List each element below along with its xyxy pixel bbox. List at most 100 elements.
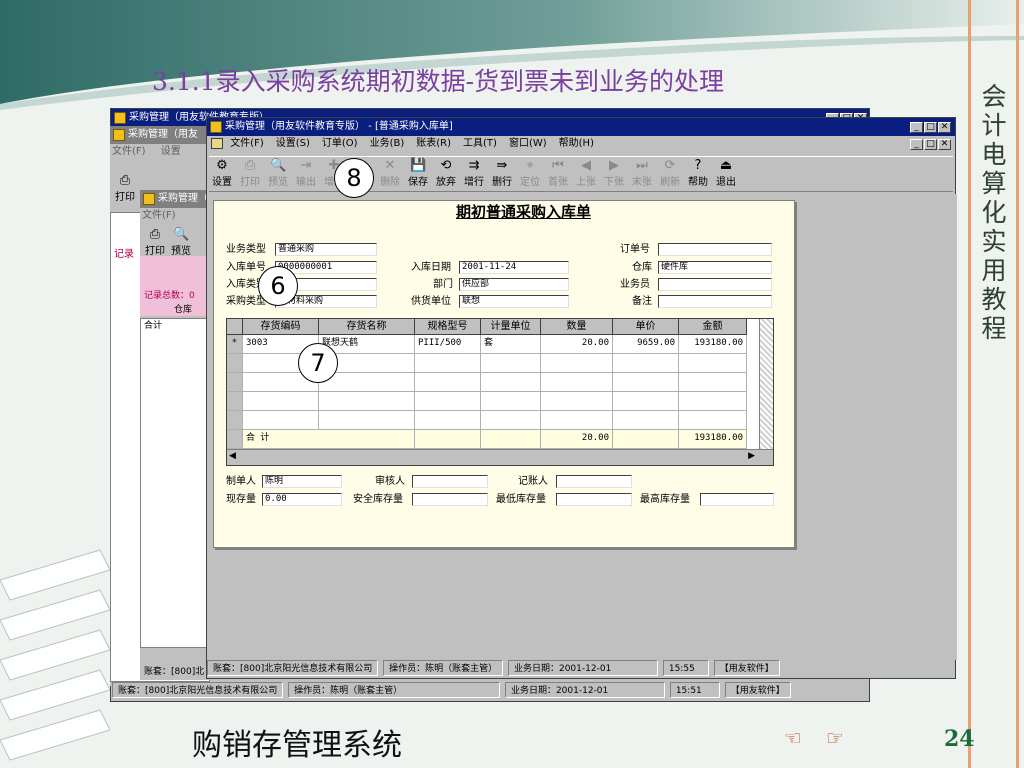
third-window-menu-file[interactable]: 文件(F) [142,210,176,221]
memo-field[interactable] [658,295,772,308]
maker-field[interactable]: 陈明 [262,475,342,488]
max-stock-field[interactable] [700,493,774,506]
grid-cell-unit[interactable] [481,373,541,392]
toolbar-button-9[interactable]: ⇉ 增行 [461,157,487,191]
second-window-menu-set[interactable]: 设置 [161,146,181,157]
grid-cell-code[interactable] [243,411,319,430]
grid-row-marker[interactable] [227,411,243,430]
grid-cell-amount[interactable] [679,392,747,411]
child-close-icon[interactable]: ✕ [938,139,951,150]
grid-cell-spec[interactable] [415,373,481,392]
grid-cell-amount[interactable] [679,354,747,373]
toolbar-button-16[interactable]: ⟳ 刷新 [657,157,683,191]
grid-cell-name[interactable] [319,392,415,411]
auditor-field[interactable] [412,475,488,488]
maximize-icon[interactable]: □ [924,122,937,133]
grid-cell-qty[interactable] [541,392,613,411]
grid-cell-name[interactable] [319,373,415,392]
grid-cell-unit[interactable] [481,392,541,411]
main-window-buttons[interactable]: _ □ ✕ [909,121,953,133]
toolbar-button-3[interactable]: ⇥ 输出 [293,157,319,191]
biz-type-field[interactable]: 普通采购 [275,243,377,256]
second-window-titlebar[interactable]: 采购管理（用友 [110,126,210,144]
toolbar-button-0[interactable]: ⚙ 设置 [209,157,235,191]
grid-cell-spec[interactable]: PIII/500 [415,335,481,354]
grid-cell-price[interactable]: 9659.00 [613,335,679,354]
child-minimize-icon[interactable]: _ [910,139,923,150]
scroll-left-icon[interactable]: ◀ [229,451,236,461]
grid-cell-price[interactable] [613,354,679,373]
toolbar-button-15[interactable]: ⏭ 末张 [629,157,655,191]
item-grid[interactable]: 存货编码 存货名称 规格型号 计量单位 数量 单价 金额 * 3003 联想天鹤 PIII/500 套… [226,318,774,466]
print-button-bg[interactable]: ⎙ 打印 [112,172,138,206]
grid-row-marker[interactable] [227,392,243,411]
menu-item-7[interactable]: 帮助(H) [559,138,594,149]
toolbar-button-7[interactable]: 💾 保存 [405,157,431,191]
menu-item-6[interactable]: 窗口(W) [509,138,547,149]
grid-cell-unit[interactable]: 套 [481,335,541,354]
grid-cell-spec[interactable] [415,411,481,430]
safe-stock-field[interactable] [412,493,488,506]
toolbar-button-2[interactable]: 🔍 预览 [265,157,291,191]
total-marker[interactable] [227,430,243,449]
grid-cell-spec[interactable] [415,354,481,373]
next-arrow-icon[interactable]: ☞ [826,726,844,750]
toolbar-button-13[interactable]: ◀ 上张 [573,157,599,191]
preview-button-bg2[interactable]: 🔍 预览 [168,226,194,260]
grid-row-marker[interactable] [227,354,243,373]
child-window-buttons[interactable]: _ □ ✕ [909,138,953,150]
order-no-field[interactable] [658,243,772,256]
toolbar-button-8[interactable]: ⟲ 放弃 [433,157,459,191]
main-window-titlebar[interactable]: 采购管理（用友软件教育专版） - [普通采购入库单] [207,118,955,136]
minimize-icon[interactable]: _ [910,122,923,133]
grid-cell-amount[interactable] [679,411,747,430]
scroll-right-icon[interactable]: ▶ [748,451,755,461]
prev-arrow-icon[interactable]: ☜ [784,726,802,750]
print-button-bg2[interactable]: ⎙ 打印 [142,226,168,260]
menu-item-3[interactable]: 业务(B) [370,138,405,149]
grid-cell-qty[interactable] [541,373,613,392]
toolbar-button-18[interactable]: ⏏ 退出 [713,157,739,191]
toolbar-button-1[interactable]: ⎙ 打印 [237,157,263,191]
menu-item-2[interactable]: 订单(O) [322,138,358,149]
stock-field[interactable]: 0.00 [262,493,342,506]
second-window-menu-file[interactable]: 文件(F) [112,146,146,157]
grid-vertical-scrollbar[interactable] [759,319,773,449]
toolbar-button-12[interactable]: ⏮ 首张 [545,157,571,191]
warehouse-field[interactable]: 硬件库 [658,261,772,274]
menu-item-5[interactable]: 工具(T) [463,138,497,149]
total-empty-6[interactable] [613,430,679,449]
grid-cell-qty[interactable] [541,411,613,430]
third-window-titlebar[interactable]: 采购管理（ [140,190,210,208]
grid-cell-qty[interactable] [541,354,613,373]
total-qty[interactable]: 20.00 [541,430,613,449]
total-label[interactable]: 合 计 [243,430,415,449]
grid-row-marker[interactable] [227,373,243,392]
grid-horizontal-scrollbar[interactable]: ◀ ▶ [227,449,773,465]
grid-cell-price[interactable] [613,411,679,430]
toolbar-button-17[interactable]: ? 帮助 [685,157,711,191]
total-empty-4[interactable] [481,430,541,449]
grid-cell-amount[interactable] [679,373,747,392]
supplier-field[interactable]: 联想 [459,295,569,308]
child-maximize-icon[interactable]: □ [924,139,937,150]
in-date-field[interactable]: 2001-11-24 [459,261,569,274]
grid-cell-spec[interactable] [415,392,481,411]
menu-item-1[interactable]: 设置(S) [276,138,310,149]
toolbar-button-10[interactable]: ⇛ 删行 [489,157,515,191]
grid-cell-amount[interactable]: 193180.00 [679,335,747,354]
grid-cell-qty[interactable]: 20.00 [541,335,613,354]
menu-item-4[interactable]: 账表(R) [416,138,451,149]
bookkeeper-field[interactable] [556,475,632,488]
toolbar-button-14[interactable]: ▶ 下张 [601,157,627,191]
grid-cell-price[interactable] [613,373,679,392]
toolbar-button-6[interactable]: ✕ 删除 [377,157,403,191]
grid-cell-price[interactable] [613,392,679,411]
menu-item-0[interactable]: 文件(F) [230,138,264,149]
grid-row-marker[interactable]: * [227,335,243,354]
grid-cell-name[interactable] [319,411,415,430]
total-empty-3[interactable] [415,430,481,449]
grid-cell-code[interactable] [243,392,319,411]
dept-field[interactable]: 供应部 [459,278,569,291]
grid-cell-unit[interactable] [481,411,541,430]
